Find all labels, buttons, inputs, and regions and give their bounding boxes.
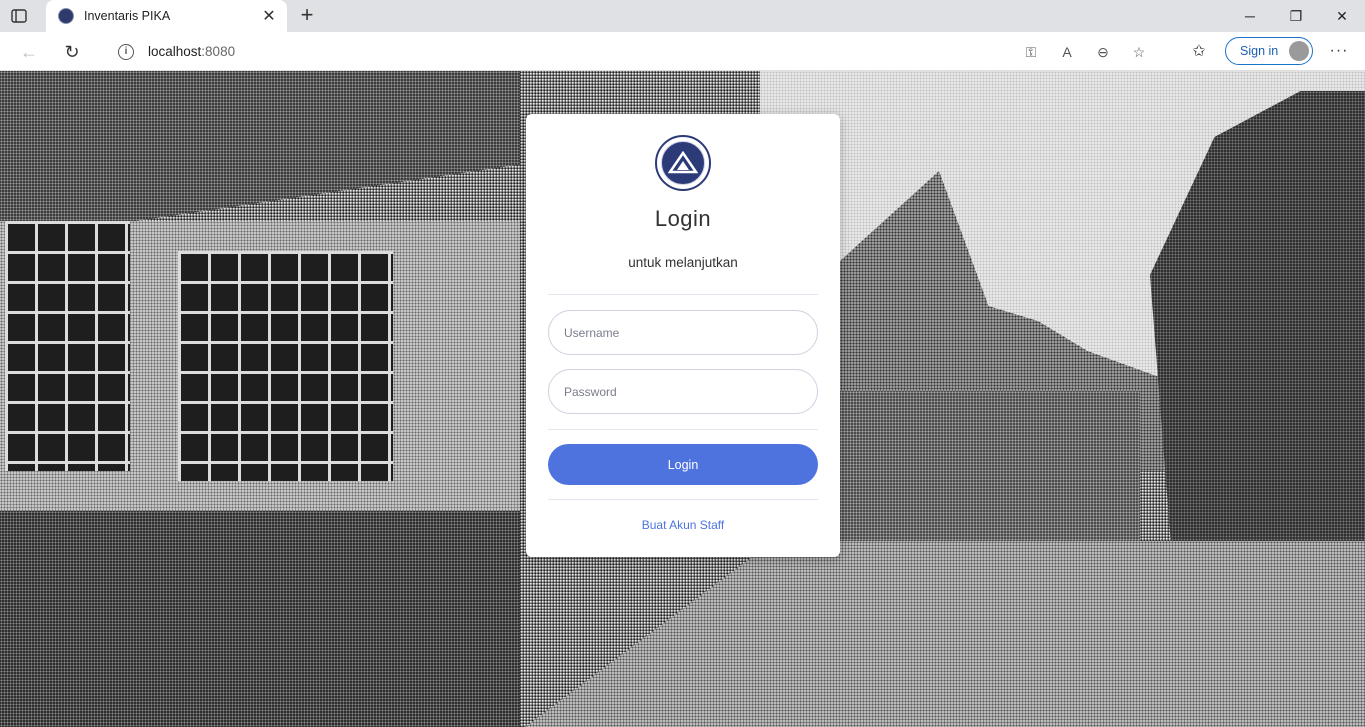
back-icon[interactable]: ← — [17, 40, 41, 64]
close-window-icon[interactable]: ✕ — [1319, 0, 1365, 32]
add-favorite-icon[interactable]: ☆ — [1128, 42, 1150, 62]
signin-label: Sign in — [1240, 44, 1279, 58]
login-subtitle: untuk melanjutkan — [628, 255, 738, 270]
maximize-icon[interactable]: ❐ — [1273, 0, 1319, 32]
password-input[interactable] — [548, 369, 818, 414]
browser-toolbar: ← ↻ i localhost:8080 ⚿ A ⊖ ☆ ✩ Sign in ·… — [0, 32, 1365, 71]
login-button[interactable]: Login — [548, 444, 818, 485]
url-text[interactable]: localhost:8080 — [148, 44, 235, 59]
favorites-icon[interactable]: ✩ — [1188, 40, 1210, 62]
tab-strip: Inventaris PIKA ✕ + ─ ❐ ✕ — [0, 0, 1365, 32]
photo-road — [520, 541, 1365, 727]
photo-roof — [0, 71, 520, 241]
minimize-icon[interactable]: ─ — [1227, 0, 1273, 32]
login-card: Login untuk melanjutkan Login Buat Akun … — [526, 114, 840, 557]
photo-window — [5, 221, 130, 471]
divider — [548, 294, 818, 295]
address-icons: ⚿ A ⊖ ☆ — [1020, 42, 1150, 62]
divider — [548, 499, 818, 500]
url-host: localhost — [148, 44, 202, 59]
favicon-icon — [58, 8, 74, 24]
login-title: Login — [654, 206, 712, 231]
signin-button[interactable]: Sign in — [1225, 37, 1313, 65]
url-port: :8080 — [201, 44, 236, 59]
info-icon[interactable]: i — [118, 43, 134, 60]
tab-title: Inventaris PIKA — [84, 9, 171, 23]
key-icon[interactable]: ⚿ — [1020, 42, 1042, 62]
zoom-out-icon[interactable]: ⊖ — [1092, 42, 1114, 62]
window-controls: ─ ❐ ✕ — [1227, 0, 1365, 32]
photo-bushes — [0, 511, 520, 727]
more-icon[interactable]: ··· — [1328, 40, 1350, 62]
logo-emblem-icon — [661, 141, 705, 185]
divider — [548, 429, 818, 430]
pika-logo — [655, 135, 711, 191]
read-aloud-icon[interactable]: A — [1056, 42, 1078, 62]
close-tab-icon[interactable]: ✕ — [261, 6, 277, 26]
username-input[interactable] — [548, 310, 818, 355]
tab-actions-icon[interactable] — [10, 7, 28, 25]
profile-avatar-icon — [1289, 41, 1309, 61]
address-bar[interactable]: i localhost:8080 ⚿ A ⊖ ☆ — [100, 36, 1160, 67]
photo-window — [178, 251, 393, 481]
new-tab-icon[interactable]: + — [295, 4, 319, 28]
register-staff-link[interactable]: Buat Akun Staff — [526, 518, 840, 532]
refresh-icon[interactable]: ↻ — [60, 40, 84, 64]
browser-tab[interactable]: Inventaris PIKA ✕ — [46, 0, 287, 32]
